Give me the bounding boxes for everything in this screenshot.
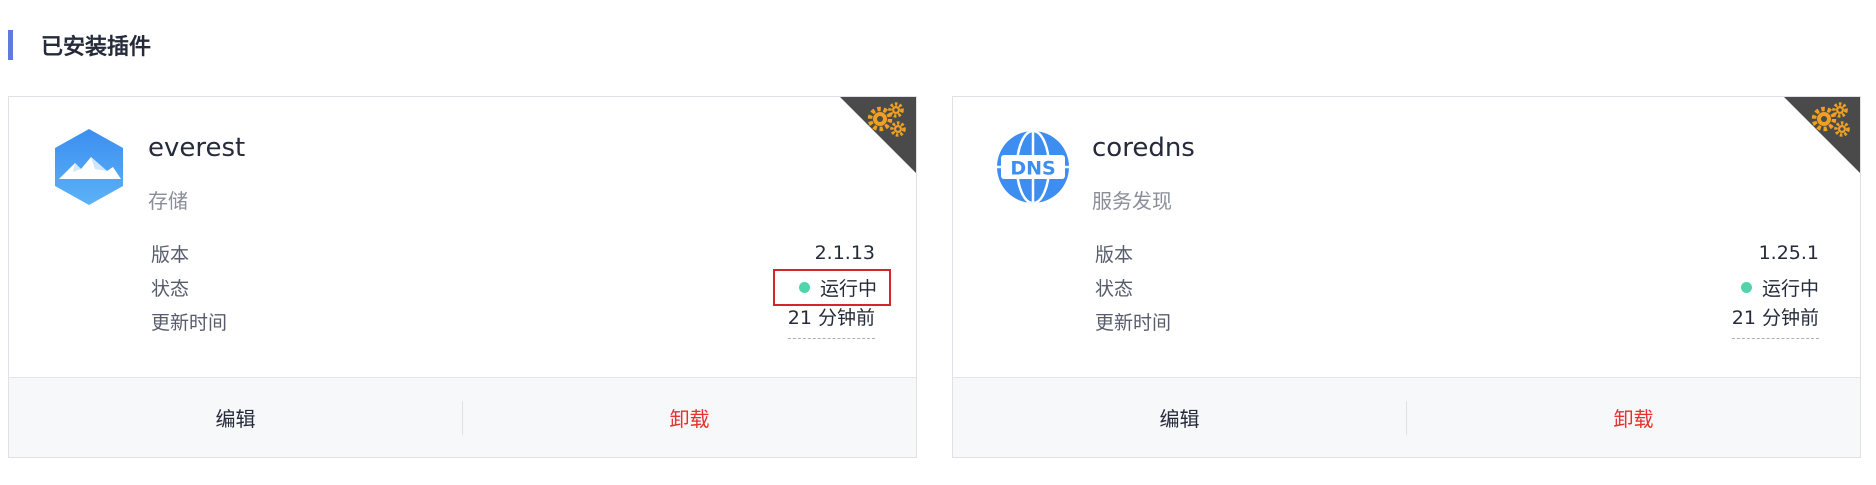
status-dot-icon [798, 281, 810, 293]
version-row: 版本 2.1.13 [151, 239, 875, 267]
uninstall-button[interactable]: 卸载 [1407, 403, 1860, 432]
plugin-card-everest: everest 存储 版本 2.1.13 状态 运行中 更新时间 21 分钟前 … [8, 96, 917, 458]
version-label: 版本 [1095, 243, 1134, 266]
installed-plugins-page: 已安装插件 everest 存储 版本 2.1.13 状态 运行中 更新时间 2… [0, 0, 1876, 485]
card-footer: 编辑 卸载 [9, 377, 916, 457]
plugin-category: 服务发现 [1092, 189, 1172, 213]
section-accent-bar [8, 30, 13, 60]
updated-time-value[interactable]: 21 分钟前 [787, 303, 875, 339]
section-header: 已安装插件 [8, 30, 151, 60]
version-row: 版本 1.25.1 [1095, 239, 1819, 267]
updated-row: 更新时间 21 分钟前 [1095, 307, 1819, 339]
updated-label: 更新时间 [1095, 311, 1172, 334]
mountain-hexagon-icon [55, 129, 123, 205]
card-footer: 编辑 卸载 [953, 377, 1860, 457]
edit-button[interactable]: 编辑 [953, 403, 1406, 432]
updated-row: 更新时间 21 分钟前 [151, 307, 875, 339]
status-value: 运行中 [819, 277, 877, 300]
status-value: 运行中 [1761, 277, 1819, 300]
dns-logo-text: DNS [1010, 158, 1055, 180]
dns-globe-icon: DNS [997, 129, 1069, 205]
gears-icon [840, 97, 916, 173]
status-row: 状态 运行中 [1095, 273, 1819, 301]
status-label: 状态 [151, 277, 190, 300]
section-title: 已安装插件 [41, 35, 152, 60]
version-value: 2.1.13 [814, 242, 875, 264]
plugin-category: 存储 [148, 189, 188, 213]
edit-button[interactable]: 编辑 [9, 403, 462, 432]
plugin-name: coredns [1092, 133, 1195, 163]
gears-icon [1784, 97, 1860, 173]
status-dot-icon [1740, 281, 1752, 293]
version-value: 1.25.1 [1758, 242, 1819, 264]
status-indicator: 运行中 [772, 268, 891, 306]
status-label: 状态 [1095, 277, 1134, 300]
version-label: 版本 [151, 243, 190, 266]
status-indicator: 运行中 [1740, 274, 1819, 301]
updated-label: 更新时间 [151, 311, 228, 334]
plugin-name: everest [148, 133, 246, 163]
uninstall-button[interactable]: 卸载 [463, 403, 916, 432]
updated-time-value[interactable]: 21 分钟前 [1731, 303, 1819, 339]
status-row: 状态 运行中 [151, 268, 891, 306]
plugin-card-coredns: DNS coredns 服务发现 版本 1.25.1 状态 运行中 更新时间 2… [952, 96, 1861, 458]
